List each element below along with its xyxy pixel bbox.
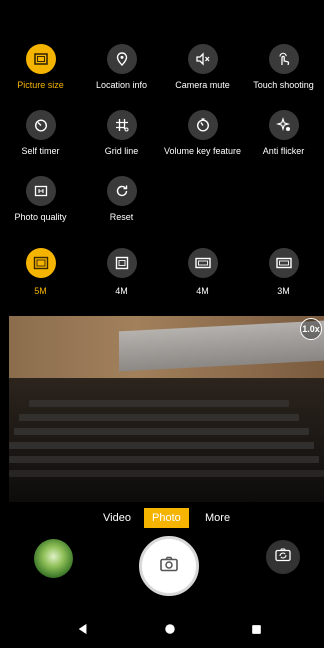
- setting-location-info[interactable]: Location info: [81, 44, 162, 104]
- gallery-thumbnail[interactable]: [34, 539, 73, 578]
- volume-key-icon: [187, 110, 218, 140]
- status-bar: [0, 0, 324, 24]
- aspect-16-9-icon: [187, 248, 218, 278]
- setting-label: Grid line: [104, 146, 139, 156]
- camera-settings-grid: Picture size Location info Camera mute T…: [0, 44, 324, 236]
- switch-camera-button[interactable]: [266, 540, 300, 574]
- size-option-4m-square[interactable]: 4M: [81, 248, 162, 306]
- size-label: 3M: [277, 286, 290, 296]
- viewfinder-keyboard-area: [9, 378, 324, 502]
- recents-button[interactable]: [249, 622, 263, 636]
- camera-icon: [158, 553, 180, 580]
- size-label: 4M: [115, 286, 128, 296]
- size-option-5m[interactable]: 5M: [0, 248, 81, 306]
- reset-icon: [106, 176, 137, 206]
- setting-volume-key[interactable]: Volume key feature: [162, 110, 243, 170]
- setting-camera-mute[interactable]: Camera mute: [162, 44, 243, 104]
- setting-self-timer[interactable]: Self timer: [0, 110, 81, 170]
- back-triangle-icon: [78, 623, 87, 635]
- shutter-button[interactable]: [139, 536, 199, 596]
- anti-flicker-icon: [268, 110, 299, 140]
- setting-label: Anti flicker: [262, 146, 305, 156]
- aspect-4-3-icon: [25, 248, 56, 278]
- picture-size-icon: [25, 44, 56, 74]
- setting-anti-flicker[interactable]: Anti flicker: [243, 110, 324, 170]
- setting-picture-size[interactable]: Picture size: [0, 44, 81, 104]
- aspect-16-9-icon: [268, 248, 299, 278]
- setting-label: Photo quality: [14, 212, 67, 222]
- system-navigation-bar: [0, 608, 324, 648]
- setting-label: Picture size: [17, 80, 64, 90]
- setting-label: Reset: [109, 212, 134, 222]
- size-option-3m[interactable]: 3M: [243, 248, 324, 306]
- mode-more[interactable]: More: [205, 508, 230, 528]
- size-option-4m-wide[interactable]: 4M: [162, 248, 243, 306]
- setting-reset[interactable]: Reset: [81, 176, 162, 236]
- switch-camera-icon: [274, 546, 292, 569]
- aspect-1-1-icon: [106, 248, 137, 278]
- touch-hand-icon: [268, 44, 299, 74]
- setting-touch-shooting[interactable]: Touch shooting: [243, 44, 324, 104]
- location-pin-icon: [106, 44, 137, 74]
- setting-photo-quality[interactable]: Photo quality: [0, 176, 81, 236]
- home-button[interactable]: [163, 622, 177, 636]
- setting-grid-line[interactable]: Grid line: [81, 110, 162, 170]
- camera-mode-selector: Video Photo More: [0, 508, 324, 528]
- speaker-mute-icon: [187, 44, 218, 74]
- photo-quality-icon: [25, 176, 56, 206]
- camera-viewfinder[interactable]: 1.0x: [9, 316, 324, 502]
- size-label: 5M: [34, 286, 47, 296]
- setting-label: Camera mute: [175, 80, 230, 90]
- setting-label: Touch shooting: [253, 80, 314, 90]
- zoom-level-button[interactable]: 1.0x: [300, 318, 322, 340]
- setting-label: Volume key feature: [163, 146, 242, 156]
- mode-photo[interactable]: Photo: [144, 508, 189, 528]
- setting-label: Location info: [95, 80, 148, 90]
- grid-icon: [106, 110, 137, 140]
- mode-video[interactable]: Video: [103, 508, 131, 528]
- setting-label: Self timer: [21, 146, 60, 156]
- home-circle-icon: [165, 624, 175, 634]
- size-label: 4M: [196, 286, 209, 296]
- back-button[interactable]: [76, 622, 90, 636]
- timer-icon: [25, 110, 56, 140]
- recents-square-icon: [251, 624, 261, 634]
- picture-size-options: 5M 4M 4M 3M: [0, 248, 324, 306]
